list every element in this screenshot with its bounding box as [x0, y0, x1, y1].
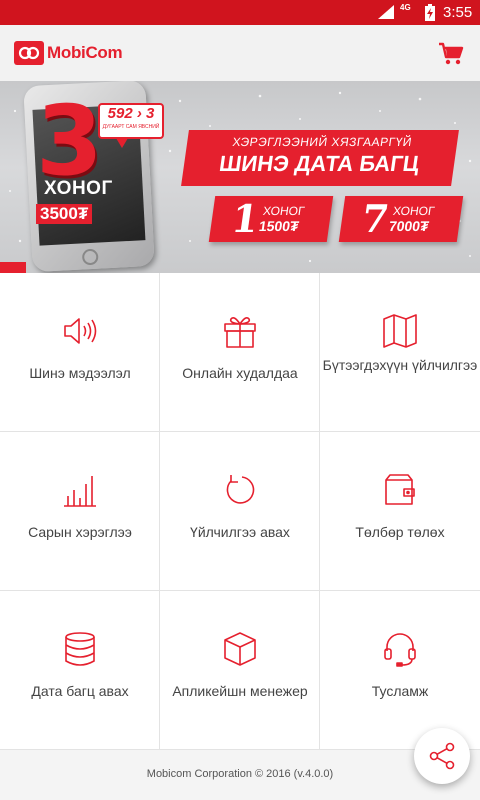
package-1-day: 1 ХОНОГ 1500₮ [208, 196, 334, 242]
menu-item-news[interactable]: Шинэ мэдээлэл [0, 273, 160, 432]
menu-item-label: Онлайн худалдаа [182, 365, 298, 381]
promo-banner[interactable]: 3 ХОНОГ 3500₮ 592 › 3 ДУГААРТ САМ ЯВСНИЙ… [0, 81, 480, 273]
package-price: 7000₮ [387, 218, 430, 234]
headline-main: ШИНЭ ДАТА БАГЦ [217, 151, 421, 176]
mobicom-logo[interactable]: MobiCom [14, 41, 123, 65]
banner-bubble: 592 › 3 ДУГААРТ САМ ЯВСНИЙ [98, 103, 164, 139]
menu-item-help[interactable]: Тусламж [320, 591, 480, 750]
menu-item-label: Төлбөр төлөх [355, 524, 445, 540]
menu-item-products[interactable]: Бүтээгдэхүүн үйлчилгээ [320, 273, 480, 432]
menu-item-get-service[interactable]: Үйлчилгээ авах [160, 432, 320, 591]
wallet-icon [385, 474, 415, 505]
share-icon [429, 742, 455, 770]
menu-item-payment[interactable]: Төлбөр төлөх [320, 432, 480, 591]
menu-item-label: Бүтээгдэхүүн үйлчилгээ [322, 357, 478, 373]
logo-mark-icon [14, 41, 44, 65]
app-bar: MobiCom [0, 25, 480, 81]
bar-chart-icon [64, 476, 96, 507]
menu-item-label: Үйлчилгээ авах [190, 524, 290, 540]
package-word: ХОНОГ [262, 204, 306, 218]
database-icon [65, 632, 95, 666]
banner-red-strip [0, 262, 26, 273]
clock: 3:55 [443, 4, 473, 21]
package-number: 1 [228, 196, 262, 241]
banner-days-price: 3500₮ [36, 204, 93, 224]
gift-icon [224, 317, 256, 348]
menu-item-label: Шинэ мэдээлэл [29, 365, 131, 381]
menu-item-app-manager[interactable]: Апликейшн менежер [160, 591, 320, 750]
package-word: ХОНОГ [392, 204, 436, 218]
headset-icon [384, 633, 416, 667]
refresh-icon [226, 475, 255, 504]
battery-charging-icon [425, 4, 435, 21]
menu-grid: Шинэ мэдээлэл Онлайн худалдаа Бүтээгдэхү… [0, 273, 480, 750]
menu-item-label: Апликейшн менежер [172, 683, 308, 699]
menu-item-label: Сарын хэрэглээ [28, 524, 132, 540]
speaker-icon [64, 318, 97, 344]
menu-item-label: Дата багц авах [31, 683, 129, 699]
logo-text: MobiCom [47, 43, 123, 62]
menu-item-label: Тусламж [371, 683, 429, 699]
package-price: 1500₮ [257, 218, 300, 234]
signal-icon [378, 5, 394, 19]
bubble-tail [116, 138, 128, 148]
banner-big-number: 3 [36, 85, 103, 197]
menu-item-monthly-usage[interactable]: Сарын хэрэглээ [0, 432, 160, 591]
banner-days-word: ХОНОГ [44, 178, 113, 199]
cube-icon [224, 632, 256, 666]
status-bar: 4G 3:55 [0, 0, 480, 25]
map-icon [383, 314, 417, 348]
banner-headline: ХЭРЭГЛЭЭНИЙ ХЯЗГААРГҮЙ ШИНЭ ДАТА БАГЦ [181, 130, 459, 186]
menu-item-online-shop[interactable]: Онлайн худалдаа [160, 273, 320, 432]
menu-item-data-package[interactable]: Дата багц авах [0, 591, 160, 750]
share-button[interactable] [414, 728, 470, 784]
copyright-text: Mobicom Corporation © 2016 (v.4.0.0) [146, 768, 334, 780]
headline-top: ХЭРЭГЛЭЭНИЙ ХЯЗГААРГҮЙ [231, 135, 413, 149]
package-7-day: 7 ХОНОГ 7000₮ [338, 196, 464, 242]
package-number: 7 [358, 196, 392, 241]
footer: Mobicom Corporation © 2016 (v.4.0.0) [0, 749, 480, 800]
bubble-sub-text: ДУГААРТ САМ ЯВСНИЙ [102, 124, 160, 130]
network-type: 4G [400, 3, 411, 12]
cart-icon[interactable] [437, 39, 465, 67]
bubble-main-text: 592 › 3 [107, 105, 155, 122]
